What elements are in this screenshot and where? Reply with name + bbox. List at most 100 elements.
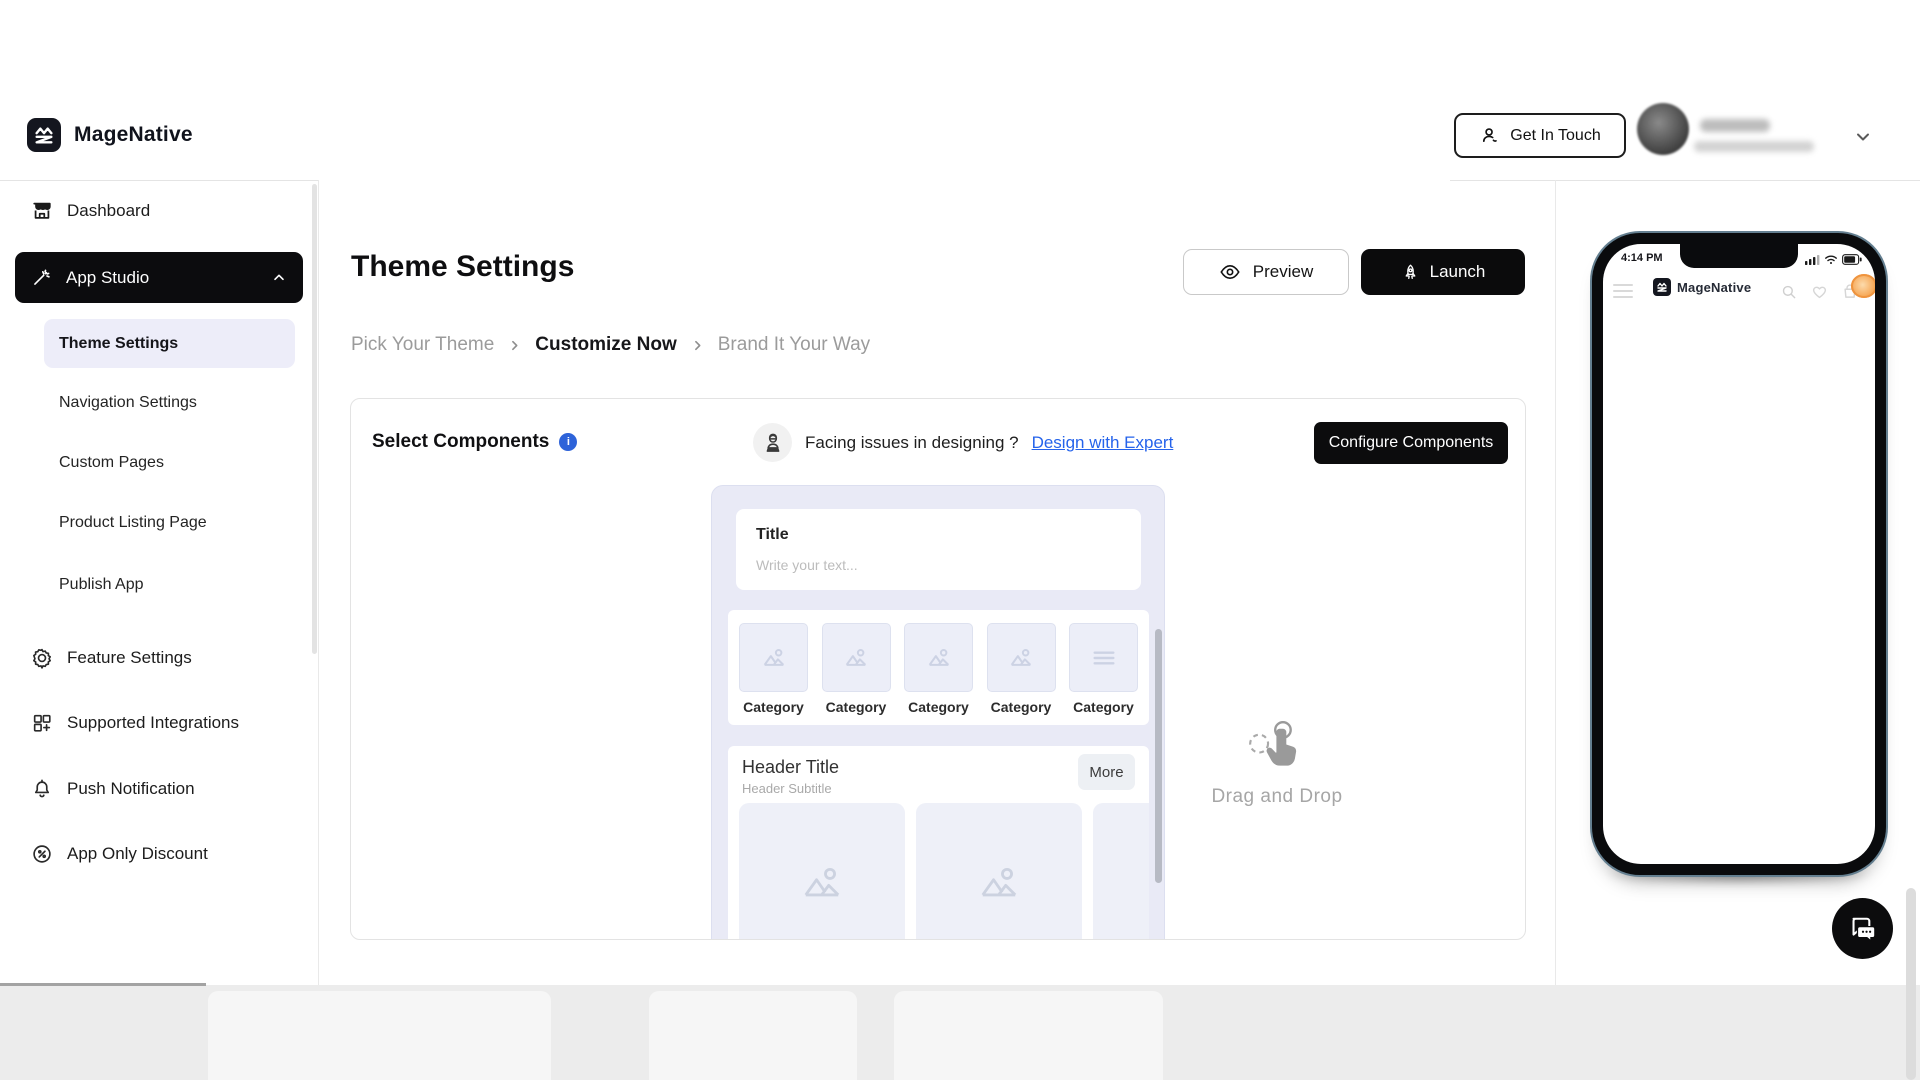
chat-widget-button[interactable] [1832, 898, 1893, 959]
user-email-blurred [1694, 141, 1814, 152]
design-with-expert-link[interactable]: Design with Expert [1032, 433, 1174, 453]
get-in-touch-button[interactable]: Get In Touch [1454, 113, 1626, 158]
category-label: Category [826, 699, 887, 715]
sidebar-item-label: Dashboard [67, 201, 150, 221]
preview-category-strip[interactable]: Category Category Category [728, 610, 1149, 725]
preview-button[interactable]: Preview [1183, 249, 1349, 295]
launch-button[interactable]: Launch [1361, 249, 1525, 295]
wishlist-heart-icon[interactable] [1810, 283, 1829, 301]
eye-icon [1219, 261, 1241, 283]
percent-icon [31, 843, 53, 865]
person-icon [1479, 125, 1500, 146]
user-menu-chevron-down-icon[interactable] [1850, 124, 1876, 150]
product-card-placeholder [739, 803, 905, 940]
breadcrumb-step-brand-it-your-way[interactable]: Brand It Your Way [718, 334, 870, 356]
category-cell[interactable]: Category [982, 623, 1061, 715]
wand-icon [31, 267, 52, 288]
category-label: Category [991, 699, 1052, 715]
sidebar-subitem-navigation-settings[interactable]: Navigation Settings [0, 383, 318, 423]
launch-label: Launch [1430, 262, 1486, 282]
storefront-icon [31, 200, 53, 222]
sidebar-item-push-notification[interactable]: Push Notification [0, 767, 318, 811]
category-label: Category [1073, 699, 1134, 715]
magenative-logo-icon [1653, 278, 1671, 296]
chevron-up-icon [271, 270, 287, 286]
bottom-strip-edge [0, 983, 206, 986]
configure-components-button[interactable]: Configure Components [1314, 422, 1508, 464]
preview-title-block[interactable]: Title Write your text... [736, 509, 1141, 590]
preview-panel-scrollbar[interactable] [1155, 629, 1162, 883]
more-button[interactable]: More [1078, 754, 1135, 790]
sidebar-item-label: Supported Integrations [67, 713, 239, 733]
configure-components-label: Configure Components [1329, 434, 1494, 452]
sidebar-subitem-custom-pages[interactable]: Custom Pages [0, 443, 318, 483]
design-help: Facing issues in designing ? Design with… [753, 423, 1173, 462]
sidebar-divider [318, 180, 319, 985]
magenative-logo-icon [27, 118, 61, 152]
chevron-right-icon [508, 339, 521, 352]
phone-notch [1680, 244, 1798, 268]
breadcrumb-step-customize-now[interactable]: Customize Now [535, 334, 676, 356]
drag-and-drop-hint: Drag and Drop [1197, 717, 1357, 808]
design-help-text: Facing issues in designing ? [805, 433, 1019, 453]
battery-icon [1842, 254, 1862, 265]
category-cell[interactable]: Category [899, 623, 978, 715]
preview-label: Preview [1253, 262, 1313, 282]
category-cell[interactable]: Category [1064, 623, 1143, 715]
search-icon[interactable] [1780, 283, 1798, 301]
sidebar-item-dashboard[interactable]: Dashboard [0, 189, 318, 233]
category-label: Category [908, 699, 969, 715]
sidebar-item-label: App Only Discount [67, 844, 208, 864]
wifi-icon [1824, 254, 1838, 265]
sidebar-item-label: Feature Settings [67, 648, 192, 668]
bell-icon [31, 778, 53, 800]
category-cell[interactable]: Category [734, 623, 813, 715]
phone-brand-name: MageNative [1677, 280, 1751, 295]
sidebar-item-app-only-discount[interactable]: App Only Discount [0, 832, 318, 876]
image-placeholder-icon [904, 623, 973, 692]
sidebar-subitem-product-listing-page[interactable]: Product Listing Page [0, 503, 318, 543]
sidebar-item-app-studio[interactable]: App Studio [15, 252, 303, 303]
sidebar-subitem-label: Navigation Settings [59, 394, 197, 412]
breadcrumb: Pick Your Theme Customize Now Brand It Y… [351, 334, 870, 356]
preview-title: Title [756, 526, 1121, 544]
header-divider-right [1450, 180, 1920, 181]
select-components-title: Select Components i [372, 431, 577, 453]
signal-icon [1805, 254, 1820, 265]
drag-and-drop-label: Drag and Drop [1211, 786, 1342, 808]
chat-bubbles-icon [1847, 914, 1879, 944]
phone-screen: 4:14 PM MageNative [1603, 244, 1875, 864]
preview-panel-divider [1555, 180, 1556, 985]
page-scrollbar[interactable] [1906, 888, 1916, 1080]
grid-plus-icon [31, 712, 53, 734]
gear-icon [31, 647, 53, 669]
sidebar-item-supported-integrations[interactable]: Supported Integrations [0, 701, 318, 745]
sidebar-subitem-label: Theme Settings [59, 335, 178, 353]
image-placeholder-icon [739, 623, 808, 692]
brand-logo[interactable]: MageNative [27, 118, 193, 152]
drag-hand-icon [1246, 717, 1308, 780]
header-subtitle: Header Subtitle [742, 781, 832, 796]
image-placeholder-icon [987, 623, 1056, 692]
info-icon[interactable]: i [559, 433, 577, 451]
sidebar-subitem-publish-app[interactable]: Publish App [0, 565, 318, 605]
sidebar-item-label: Push Notification [67, 779, 195, 799]
sidebar-item-feature-settings[interactable]: Feature Settings [0, 636, 318, 680]
select-components-card: Select Components i Facing issues in des… [350, 398, 1526, 940]
product-card-placeholder [1093, 803, 1149, 940]
header-divider-left [0, 180, 318, 181]
bottom-strip-block [894, 991, 1163, 1080]
sidebar-subitem-theme-settings[interactable]: Theme Settings [44, 319, 295, 368]
rocket-icon [1401, 263, 1420, 282]
image-placeholder-icon [822, 623, 891, 692]
breadcrumb-step-pick-your-theme[interactable]: Pick Your Theme [351, 334, 494, 356]
bottom-strip-block [208, 991, 551, 1080]
preview-header-block[interactable]: Header Title Header Subtitle More [728, 746, 1149, 940]
user-avatar[interactable] [1637, 103, 1689, 155]
phone-menu-icon[interactable] [1613, 284, 1633, 298]
brand-name: MageNative [74, 123, 193, 147]
phone-app-brand: MageNative [1653, 278, 1751, 296]
user-name-blurred [1700, 119, 1770, 132]
category-cell[interactable]: Category [817, 623, 896, 715]
bottom-strip-block [649, 991, 857, 1080]
